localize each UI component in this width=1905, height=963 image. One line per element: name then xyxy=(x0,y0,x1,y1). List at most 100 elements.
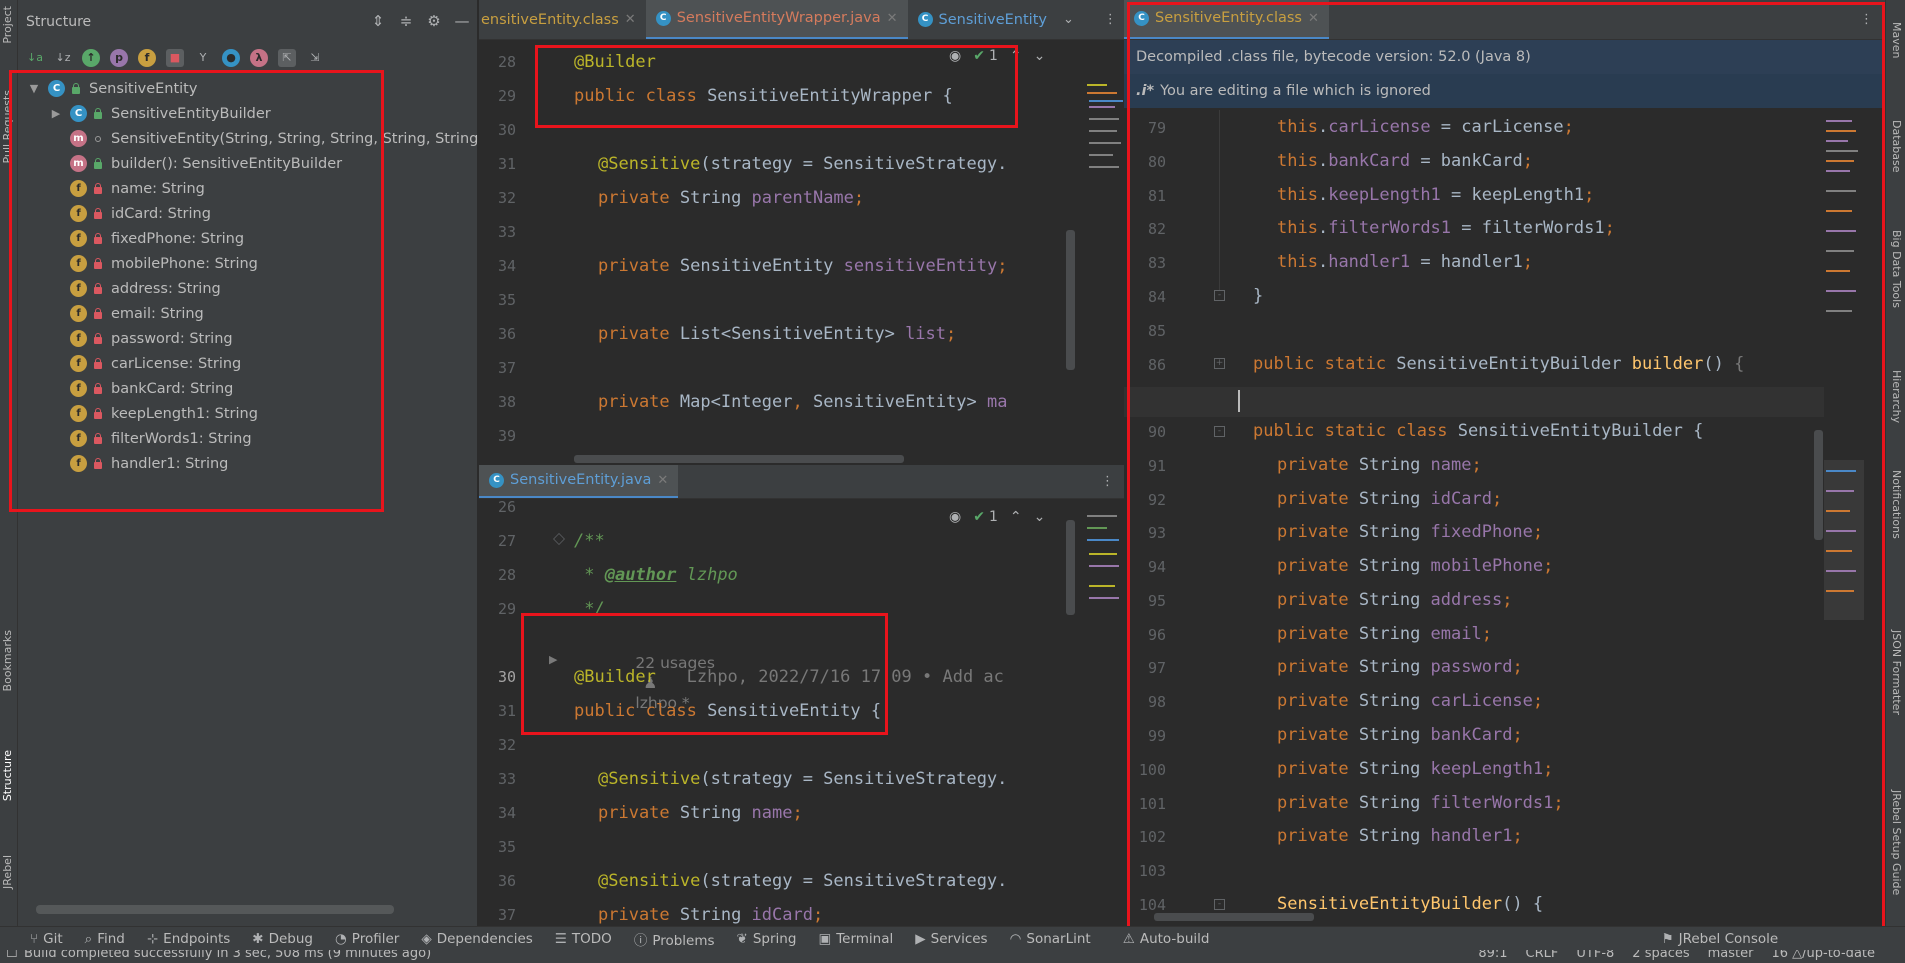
big-data-tools-tab[interactable]: Big Data Tools xyxy=(1890,230,1903,308)
hierarchy-tool-tab[interactable]: Hierarchy xyxy=(1890,370,1903,423)
gear-icon[interactable]: ⚙ xyxy=(425,12,443,30)
spring-leaf-icon: ❦ xyxy=(736,930,748,947)
tab-sensitive-entity[interactable]: C SensitiveEntity xyxy=(908,0,1057,39)
tool-label: Spring xyxy=(752,930,797,947)
tab-sensitive-entity-wrapper[interactable]: C SensitiveEntityWrapper.java ✕ xyxy=(645,0,908,39)
line-number: 35 xyxy=(497,291,516,309)
expand-all-icon[interactable]: ⇕ xyxy=(369,12,387,30)
database-tool-tab[interactable]: Database xyxy=(1890,120,1903,173)
sonarlint-icon: ◠ xyxy=(1009,930,1022,947)
inspection-widget[interactable]: ◉ ✔ 1 ⌃ ⌄ xyxy=(949,509,1045,525)
non-public-icon[interactable]: ■ xyxy=(166,49,184,67)
tool-label: Dependencies xyxy=(436,930,533,947)
tool-todo[interactable]: ☰ TODO xyxy=(555,931,612,947)
indent-setting[interactable]: 2 spaces xyxy=(1632,950,1689,961)
tool-auto-build[interactable]: ⚠ Auto-build xyxy=(1123,931,1210,947)
tool-window-bar: ⑂ Git ⌕ Find ⊹ Endpoints ✱ Debug ◔ Profiler ◈… xyxy=(0,926,1905,950)
collapse-all-icon[interactable]: ≑ xyxy=(397,12,415,30)
code-line: @Sensitive(strategy = SensitiveStrategy. xyxy=(598,871,1008,891)
lambda-icon[interactable]: λ xyxy=(250,49,268,67)
search-icon: ⌕ xyxy=(84,930,93,947)
jrebel-setup-guide-tab[interactable]: JRebel Setup Guide xyxy=(1890,790,1903,895)
bookmarks-tool-tab[interactable]: Bookmarks xyxy=(1,630,14,691)
tool-label: Terminal xyxy=(836,930,894,947)
tab-sensitive-entity-class[interactable]: ensitiveEntity.class ✕ xyxy=(479,0,646,39)
tool-dependencies[interactable]: ◈ Dependencies xyxy=(421,931,532,947)
tool-jrebel-console[interactable]: ⚑ JRebel Console xyxy=(1662,931,1779,947)
close-icon[interactable]: ✕ xyxy=(887,11,898,26)
anonymous-classes-icon[interactable]: ● xyxy=(222,49,240,67)
close-icon[interactable]: ✕ xyxy=(625,12,636,27)
line-number: 33 xyxy=(497,770,516,788)
sort-alpha-icon[interactable]: ↓a xyxy=(26,49,44,67)
code-line: private String idCard; xyxy=(598,905,824,925)
tool-problems[interactable]: ⓘ Problems xyxy=(634,929,715,949)
minimap[interactable] xyxy=(1083,505,1124,805)
properties-icon[interactable]: p xyxy=(110,49,128,67)
tree-highlight-box xyxy=(9,70,384,512)
sort-visibility-icon[interactable]: ↓z xyxy=(54,49,72,67)
tool-profiler[interactable]: ◔ Profiler xyxy=(335,931,399,947)
problems-icon: ⓘ xyxy=(633,932,648,949)
jrebel-icon: ⚑ xyxy=(1661,930,1674,947)
autoscroll-to-source-icon[interactable]: ⇱ xyxy=(278,49,296,67)
tool-debug[interactable]: ✱ Debug xyxy=(252,931,313,947)
lambdas-hierarchy-icon[interactable]: Y xyxy=(194,49,212,67)
project-tool-tab[interactable]: Project xyxy=(1,6,14,44)
decompiled-file-highlight-box xyxy=(1127,2,1885,926)
more-options-icon[interactable]: ⋮ xyxy=(1101,474,1114,489)
horizontal-scrollbar[interactable] xyxy=(574,455,904,463)
class-icon: C xyxy=(917,12,933,27)
minimap[interactable] xyxy=(1083,70,1124,460)
tool-terminal[interactable]: ▣ Terminal xyxy=(818,931,893,947)
more-options-icon[interactable]: ⋮ xyxy=(1104,12,1117,27)
file-encoding[interactable]: UTF-8 xyxy=(1576,950,1614,961)
jrebel-tool-tab[interactable]: JRebel xyxy=(1,855,14,889)
tab-sensitive-entity-java[interactable]: C SensitiveEntity.java ✕ xyxy=(479,465,679,498)
eye-off-icon[interactable]: ◉ xyxy=(949,509,961,525)
notifications-tool-tab[interactable]: Notifications xyxy=(1890,470,1903,539)
tool-label: SonarLint xyxy=(1026,930,1091,947)
vcs-status[interactable]: 16 △/up-to-date xyxy=(1771,950,1875,961)
tool-spring[interactable]: ❦ Spring xyxy=(737,931,797,947)
tool-endpoints[interactable]: ⊹ Endpoints xyxy=(147,931,230,947)
json-formatter-tool-tab[interactable]: JSON Formatter xyxy=(1890,630,1903,715)
line-number: 32 xyxy=(497,189,516,207)
chevron-up-icon[interactable]: ⌃ xyxy=(1010,509,1022,525)
minimize-icon[interactable]: — xyxy=(453,12,471,30)
caret-position[interactable]: 89:1 xyxy=(1478,950,1507,961)
tool-sonarlint[interactable]: ◠ SonarLint xyxy=(1010,931,1091,947)
bug-icon: ✱ xyxy=(252,930,264,947)
structure-title: Structure xyxy=(26,14,92,30)
vertical-scrollbar[interactable] xyxy=(1066,230,1075,370)
autoscroll-from-source-icon[interactable]: ⇲ xyxy=(306,49,324,67)
structure-tool-tab[interactable]: Structure xyxy=(1,750,14,801)
fields-icon[interactable]: f xyxy=(138,49,156,67)
inspection-count: 1 xyxy=(988,509,998,525)
class-icon: C xyxy=(655,10,671,26)
status-message[interactable]: Build completed successfully in 3 sec, 5… xyxy=(24,950,431,961)
line-number: 32 xyxy=(497,736,516,754)
chevron-down-icon[interactable]: ⌄ xyxy=(1063,12,1074,27)
close-icon[interactable]: ✕ xyxy=(657,473,668,488)
tool-find[interactable]: ⌕ Find xyxy=(85,931,125,947)
inherited-icon[interactable]: ↑ xyxy=(82,49,100,67)
tool-label: Profiler xyxy=(351,930,400,947)
line-number: 30 xyxy=(497,121,516,139)
status-icon: ☐ xyxy=(6,950,18,961)
fold-icon[interactable] xyxy=(553,533,565,545)
vertical-scrollbar[interactable] xyxy=(1066,520,1075,615)
git-branch[interactable]: master xyxy=(1708,950,1754,961)
tool-git[interactable]: ⑂ Git xyxy=(30,931,63,947)
chevron-down-icon[interactable]: ⌄ xyxy=(1034,48,1046,64)
line-separator[interactable]: CRLF xyxy=(1526,950,1559,961)
maven-tool-tab[interactable]: Maven xyxy=(1890,22,1903,58)
decompiled-editor: C SensitiveEntity.class ✕ ⋮ Decompiled .… xyxy=(1124,0,1885,926)
wrapper-editor: ensitiveEntity.class ✕ C SensitiveEntity… xyxy=(479,0,1124,465)
line-number: 30 xyxy=(497,668,516,686)
tool-services[interactable]: ▶ Services xyxy=(915,931,987,947)
code-line: private String parentName; xyxy=(598,188,865,208)
chevron-down-icon[interactable]: ⌄ xyxy=(1034,509,1046,525)
horizontal-scrollbar[interactable] xyxy=(36,905,394,914)
check-icon: ✔ xyxy=(973,509,985,525)
